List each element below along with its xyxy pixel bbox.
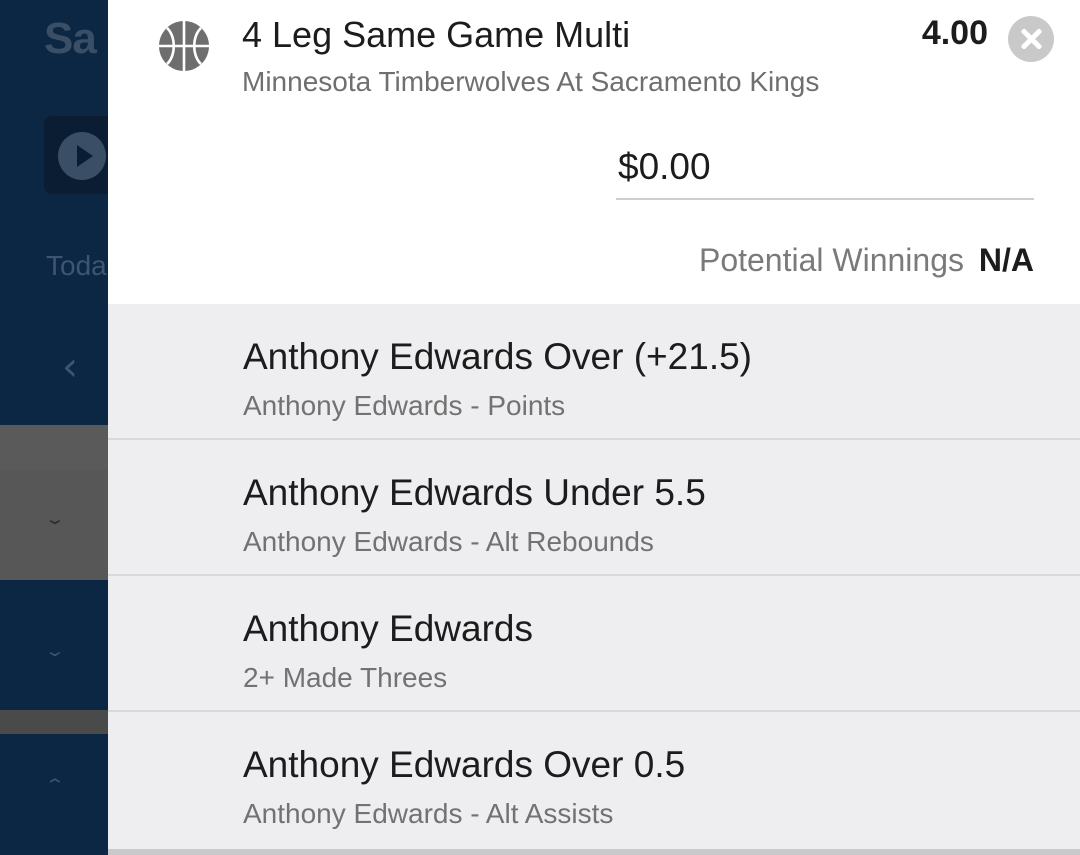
bet-leg[interactable]: Anthony Edwards Under 5.5 Anthony Edward… <box>108 440 1080 576</box>
match-name: Minnesota Timberwolves At Sacramento Kin… <box>242 66 820 97</box>
leg-market: Anthony Edwards - Alt Rebounds <box>243 526 654 557</box>
bet-odds: 4.00 <box>921 14 988 52</box>
brand-logo: Sa <box>44 14 97 63</box>
basketball-icon <box>159 21 209 71</box>
overlay-strip: ⌄ <box>0 600 108 710</box>
back-arrow-icon: ‹ <box>62 344 78 390</box>
leg-market: Anthony Edwards - Alt Assists <box>243 798 614 829</box>
stake-input[interactable] <box>616 146 1034 188</box>
overlay-strip: ⌃ <box>0 734 108 855</box>
stake-field[interactable] <box>616 146 1034 200</box>
play-icon <box>58 132 106 180</box>
overlay-band <box>0 425 108 470</box>
leg-selection: Anthony Edwards Under 5.5 <box>243 472 706 513</box>
potential-winnings-value: N/A <box>978 242 1034 278</box>
today-label: Toda <box>46 250 107 281</box>
potential-winnings: Potential Winnings N/A <box>699 242 1034 279</box>
bet-header: 4 Leg Same Game Multi Minnesota Timberwo… <box>108 0 1080 304</box>
background-app: Sa Toda ‹ ⌄ ⌄ ⌃ <box>0 0 108 855</box>
bet-slip-panel: 4 Leg Same Game Multi Minnesota Timberwo… <box>108 0 1080 855</box>
bet-leg[interactable]: Anthony Edwards Over (+21.5) Anthony Edw… <box>108 304 1080 440</box>
leg-selection: Anthony Edwards <box>243 608 534 649</box>
close-icon[interactable] <box>1008 16 1054 62</box>
bet-leg[interactable]: Anthony Edwards 2+ Made Threes <box>108 576 1080 712</box>
bet-title: 4 Leg Same Game Multi <box>242 14 631 55</box>
panel-bottom-edge <box>108 849 1080 855</box>
chevron-up-icon: ⌃ <box>44 776 66 794</box>
chevron-down-icon: ⌄ <box>44 642 66 660</box>
potential-winnings-label: Potential Winnings <box>698 242 964 278</box>
bet-legs-list: Anthony Edwards Over (+21.5) Anthony Edw… <box>108 304 1080 849</box>
chevron-down-icon: ⌄ <box>44 510 66 528</box>
overlay-band <box>0 710 108 734</box>
leg-selection: Anthony Edwards Over 0.5 <box>243 744 686 785</box>
leg-market: Anthony Edwards - Points <box>243 390 566 421</box>
leg-market: 2+ Made Threes <box>243 662 448 693</box>
bet-leg[interactable]: Anthony Edwards Over 0.5 Anthony Edwards… <box>108 712 1080 848</box>
overlay-band: ⌄ <box>0 470 108 580</box>
leg-selection: Anthony Edwards Over (+21.5) <box>243 336 753 377</box>
